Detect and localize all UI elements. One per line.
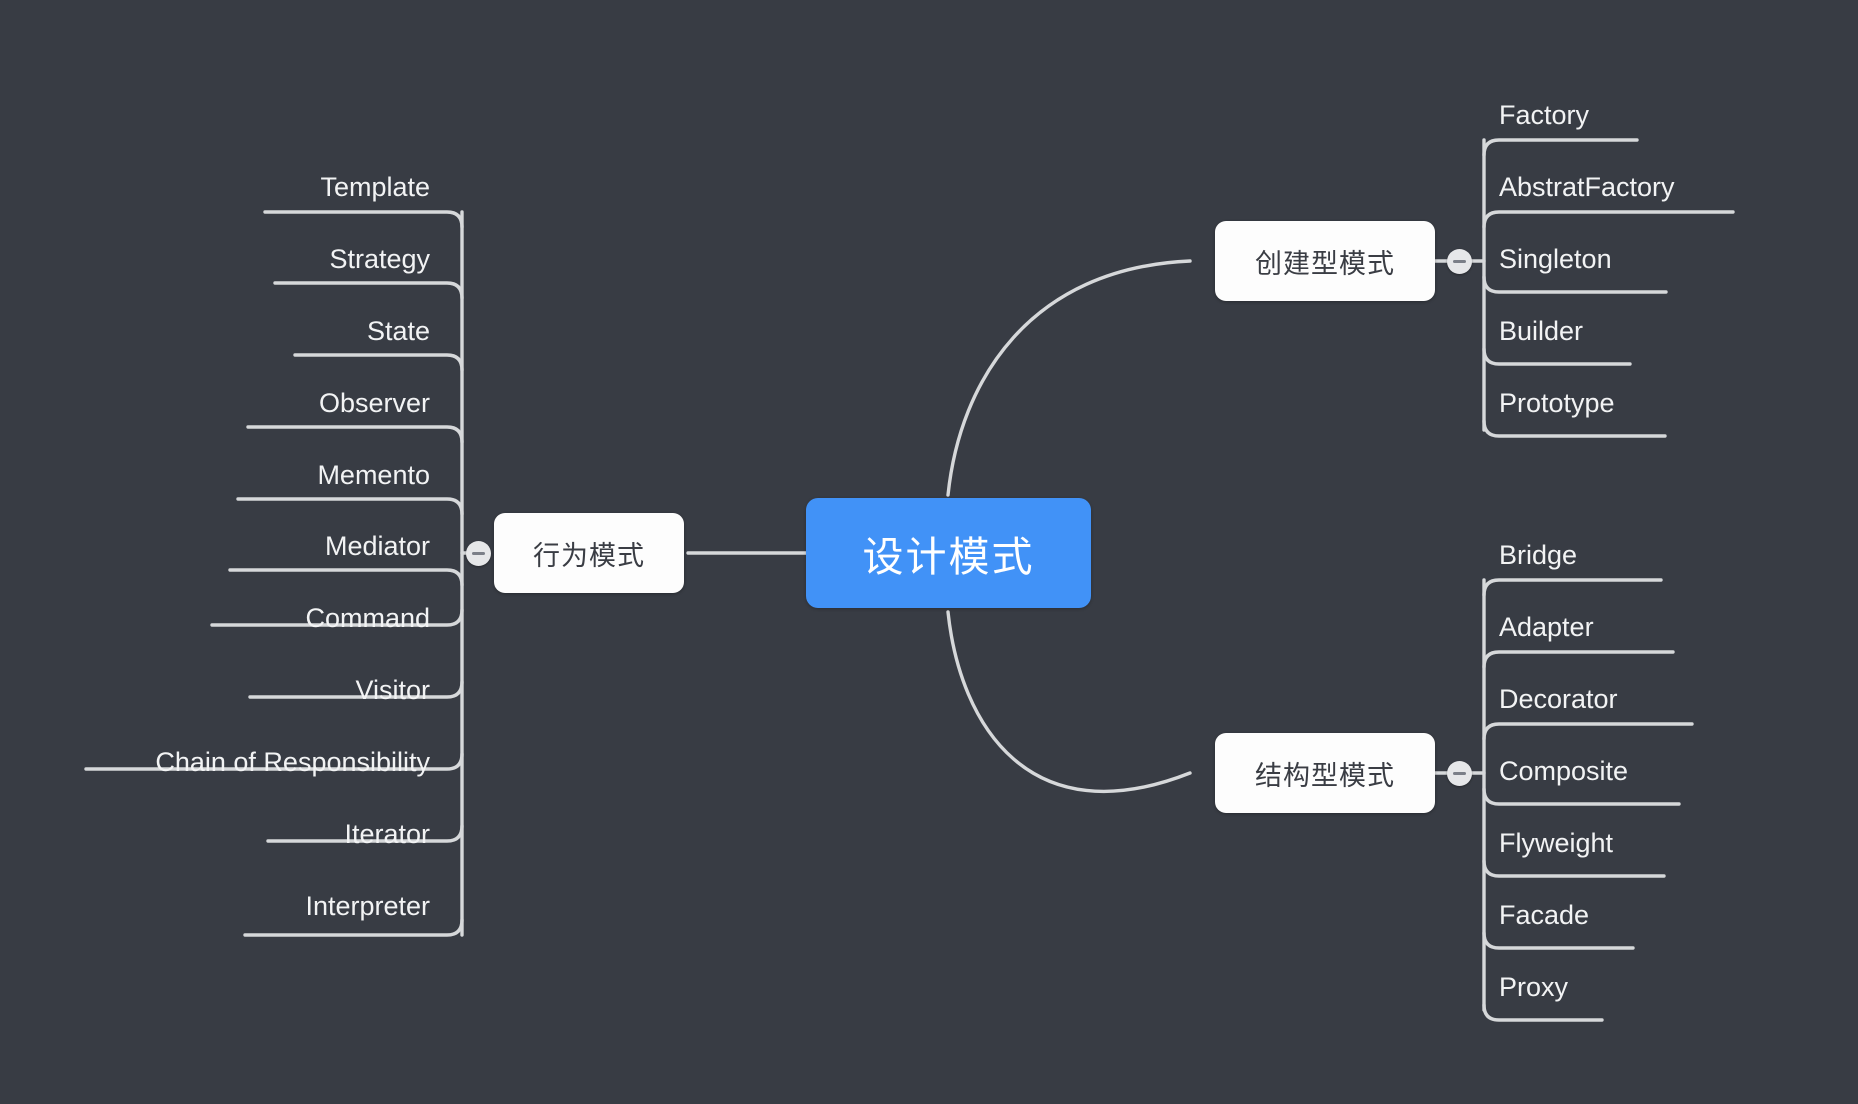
leaf-memento[interactable]: Memento (130, 462, 430, 489)
minus-icon (472, 552, 485, 555)
leaf-command[interactable]: Command (100, 605, 430, 632)
branch-node-creational[interactable]: 创建型模式 (1215, 221, 1435, 301)
minus-icon (1453, 772, 1466, 775)
branch-node-structural-label: 结构型模式 (1255, 760, 1395, 791)
root-node-label: 设计模式 (862, 534, 1035, 580)
leaf-label: Proxy (1499, 972, 1569, 1002)
leaf-label: Visitor (355, 675, 430, 705)
leaf-label: Facade (1499, 900, 1590, 930)
branch-node-behavioral-label: 行为模式 (533, 540, 645, 571)
collapse-toggle-behavioral[interactable] (466, 541, 491, 566)
leaf-observer[interactable]: Observer (130, 390, 430, 417)
leaf-factory[interactable]: Factory (1499, 102, 1589, 129)
leaf-label: Chain of Responsibility (155, 747, 430, 777)
leaf-label: Mediator (324, 531, 430, 561)
mindmap-canvas: 设计模式 行为模式 Template Strategy State Observ… (0, 0, 1858, 1104)
leaf-singleton[interactable]: Singleton (1499, 246, 1612, 273)
leaf-label: Decorator (1499, 684, 1618, 714)
leaf-label: Template (320, 172, 430, 202)
leaf-builder[interactable]: Builder (1499, 318, 1583, 345)
leaf-template[interactable]: Template (130, 174, 430, 201)
leaf-adapter[interactable]: Adapter (1499, 614, 1594, 641)
leaf-label: Command (305, 603, 430, 633)
leaf-visitor[interactable]: Visitor (130, 677, 430, 704)
leaf-interpreter[interactable]: Interpreter (130, 893, 430, 920)
leaf-label: Strategy (329, 244, 430, 274)
collapse-toggle-structural[interactable] (1447, 761, 1472, 786)
branch-node-structural[interactable]: 结构型模式 (1215, 733, 1435, 813)
leaf-facade[interactable]: Facade (1499, 902, 1589, 929)
leaf-composite[interactable]: Composite (1499, 758, 1628, 785)
root-node[interactable]: 设计模式 (806, 498, 1091, 608)
leaf-abstratfactory[interactable]: AbstratFactory (1499, 174, 1675, 201)
leaf-label: AbstratFactory (1499, 172, 1675, 202)
leaf-strategy[interactable]: Strategy (130, 246, 430, 273)
leaf-label: Bridge (1499, 540, 1578, 570)
leaf-label: Singleton (1499, 244, 1612, 274)
leaf-label: Factory (1499, 100, 1590, 130)
leaf-flyweight[interactable]: Flyweight (1499, 830, 1613, 857)
leaf-label: Flyweight (1499, 828, 1614, 858)
minus-icon (1453, 260, 1466, 263)
leaf-label: Adapter (1499, 612, 1594, 642)
leaf-mediator[interactable]: Mediator (130, 533, 430, 560)
branch-node-creational-label: 创建型模式 (1255, 248, 1395, 279)
leaf-label: State (366, 316, 430, 346)
leaf-decorator[interactable]: Decorator (1499, 686, 1618, 713)
leaf-label: Interpreter (305, 891, 430, 921)
leaf-label: Builder (1499, 316, 1584, 346)
branch-node-behavioral[interactable]: 行为模式 (494, 513, 684, 593)
leaf-chain-of-responsibility[interactable]: Chain of Responsibility (60, 749, 430, 776)
leaf-bridge[interactable]: Bridge (1499, 542, 1577, 569)
leaf-label: Observer (318, 388, 430, 418)
collapse-toggle-creational[interactable] (1447, 249, 1472, 274)
leaf-proxy[interactable]: Proxy (1499, 974, 1568, 1001)
leaf-iterator[interactable]: Iterator (130, 821, 430, 848)
leaf-state[interactable]: State (130, 318, 430, 345)
leaf-label: Iterator (344, 819, 430, 849)
leaf-label: Composite (1499, 756, 1629, 786)
leaf-prototype[interactable]: Prototype (1499, 390, 1615, 417)
leaf-label: Prototype (1499, 388, 1615, 418)
leaf-label: Memento (317, 460, 430, 490)
